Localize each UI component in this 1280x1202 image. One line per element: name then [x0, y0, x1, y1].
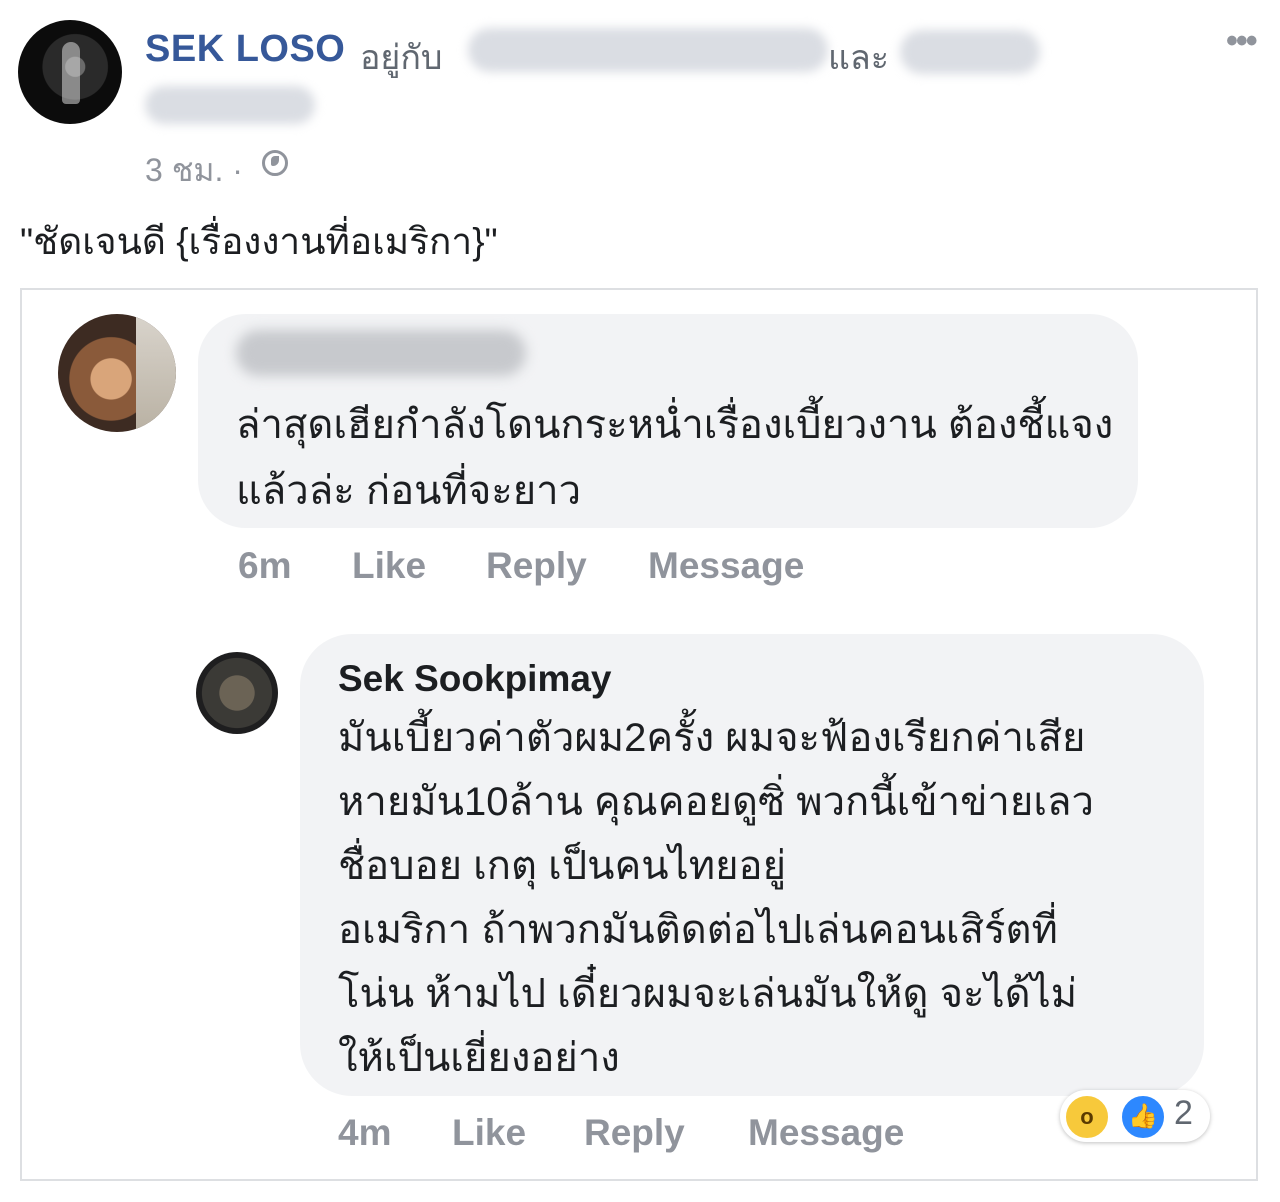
author-name[interactable]: SEK LOSO: [145, 28, 345, 71]
commenter-avatar[interactable]: [58, 314, 176, 432]
redacted-tagged-name: [468, 28, 828, 72]
author-avatar[interactable]: [18, 20, 122, 124]
post-text: "ชัดเจนดี {เรื่องงานที่อเมริกา}": [20, 221, 498, 262]
redacted-commenter-name: [236, 330, 526, 376]
reply-reply-button[interactable]: Reply: [584, 1112, 685, 1154]
reply-author-name[interactable]: Sek Sookpimay: [338, 658, 612, 700]
like-reaction-icon: 👍: [1120, 1094, 1166, 1140]
reply-message-button[interactable]: Message: [748, 1112, 904, 1154]
comment-text: ล่าสุดเฮียกำลังโดนกระหน่ำเรื่องเบี้ยวงาน…: [236, 403, 1114, 513]
post-timestamp[interactable]: 3 ชม. ·: [145, 145, 243, 196]
comment-message-button[interactable]: Message: [648, 545, 804, 587]
redacted-tagged-name-3: [145, 86, 315, 124]
wow-reaction-icon: o: [1064, 1094, 1110, 1140]
comment-like-button[interactable]: Like: [352, 545, 426, 587]
with-label: อยู่กับ: [360, 39, 443, 77]
redacted-tagged-name-2: [900, 30, 1040, 74]
reply-avatar[interactable]: [196, 652, 278, 734]
more-icon[interactable]: •••: [1226, 22, 1258, 61]
and-label: และ: [828, 39, 890, 77]
reaction-count: 2: [1174, 1094, 1193, 1132]
reply-time[interactable]: 4m: [338, 1112, 391, 1154]
reply-like-button[interactable]: Like: [452, 1112, 526, 1154]
globe-icon: [262, 150, 288, 176]
comment-reply-button[interactable]: Reply: [486, 545, 587, 587]
comment-time[interactable]: 6m: [238, 545, 291, 587]
reply-text: มันเบี้ยวค่าตัวผม2ครั้ง ผมจะฟ้องเรียกค่า…: [338, 716, 1094, 1080]
